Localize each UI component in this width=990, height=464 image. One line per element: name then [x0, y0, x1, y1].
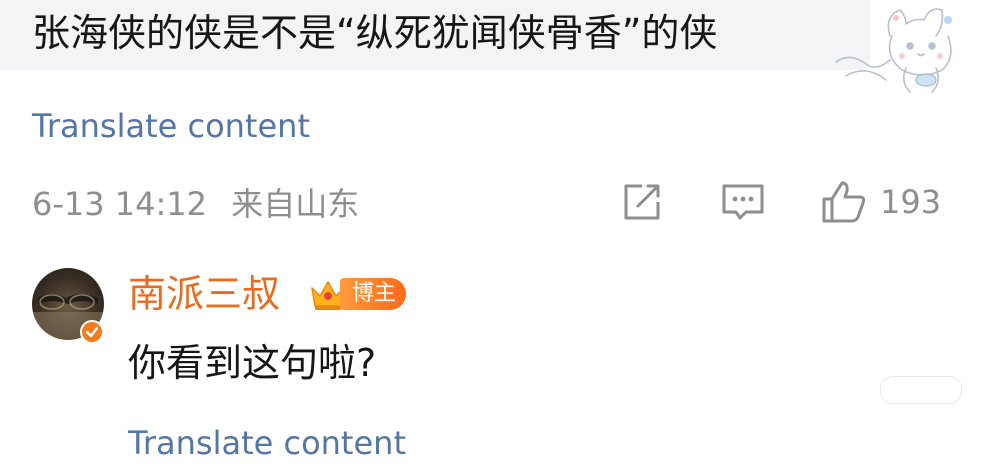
like-button[interactable]: 193	[820, 178, 941, 226]
comment-text: 张海侠的侠是不是“纵死犹闻侠骨香”的侠	[32, 11, 718, 55]
thumbs-up-icon	[822, 181, 866, 223]
like-count: 193	[880, 183, 942, 221]
verified-badge-icon	[80, 320, 104, 344]
comment-timestamp: 6-13 14:12	[32, 185, 208, 223]
share-icon	[624, 184, 660, 220]
host-badge: 博主	[340, 278, 407, 310]
cat-sticker	[835, 8, 952, 93]
translate-content-link[interactable]: Translate content	[32, 106, 310, 146]
comment-button[interactable]	[720, 178, 766, 226]
reply-text: 你看到这句啦?	[128, 341, 377, 385]
comment-location: 来自山东	[231, 185, 360, 223]
share-button[interactable]	[620, 178, 664, 226]
reply-author-name[interactable]: 南派三叔	[128, 270, 280, 318]
reply-translate-content-link[interactable]: Translate content	[128, 423, 406, 463]
watermark-icon	[880, 376, 962, 404]
weibo-comment-thread: 张海侠的侠是不是“纵死犹闻侠骨香”的侠 Translate content 6-…	[0, 0, 990, 464]
comment-icon	[722, 184, 764, 220]
comment-meta: 6-13 14:12 来自山东	[32, 182, 373, 226]
